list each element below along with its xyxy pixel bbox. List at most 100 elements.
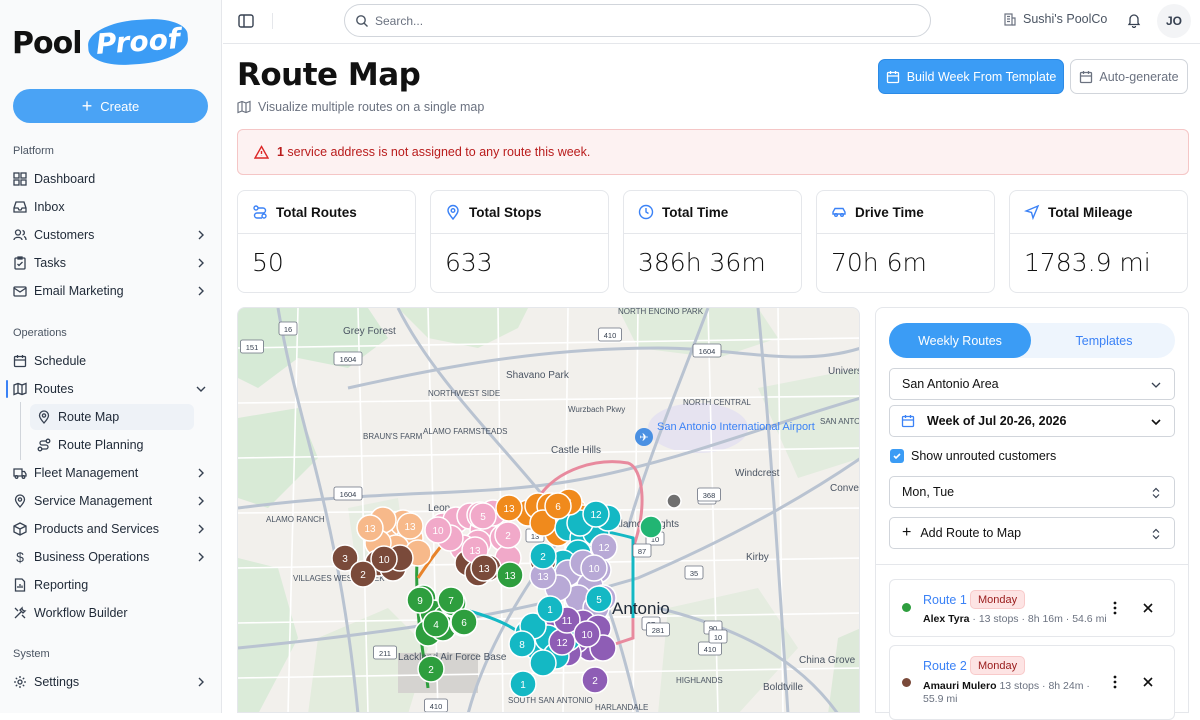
user-avatar[interactable]: JO: [1157, 4, 1191, 38]
svg-text:16: 16: [284, 325, 292, 334]
sidebar-item-route-map[interactable]: Route Map: [30, 404, 194, 430]
close-icon[interactable]: [1142, 602, 1154, 614]
highway-shield: 410: [598, 327, 622, 342]
bell-icon[interactable]: [1126, 12, 1142, 28]
map-label: Wurzbach Pkwy: [568, 405, 625, 414]
route-name[interactable]: Route 1: [923, 593, 967, 607]
location-marker[interactable]: [639, 515, 663, 539]
tab-weekly-routes[interactable]: Weekly Routes: [889, 323, 1031, 358]
highway-shield: 16: [278, 321, 298, 336]
file-chart-icon: [12, 577, 28, 593]
build-week-from-template-button[interactable]: Build Week From Template: [878, 59, 1064, 94]
section-platform: Platform: [13, 145, 54, 157]
route-stop-cluster[interactable]: 1: [509, 670, 537, 698]
route-stop-cluster[interactable]: 2: [581, 666, 609, 694]
panel-tabs: Weekly Routes Templates: [889, 323, 1175, 358]
highway-shield: 1604: [692, 343, 722, 358]
route-map[interactable]: Grey Forest Shavano Park NORTHWEST SIDE …: [237, 307, 860, 713]
stat-label: Drive Time: [855, 204, 924, 220]
sidebar-item-tasks[interactable]: Tasks: [12, 250, 212, 276]
auto-generate-button[interactable]: Auto-generate: [1070, 59, 1188, 94]
tab-templates[interactable]: Templates: [1033, 323, 1175, 358]
route-stop-cluster[interactable]: 13: [496, 561, 524, 589]
svg-text:211: 211: [379, 649, 391, 658]
route-stop-cluster[interactable]: 13: [495, 494, 523, 522]
route-stop-cluster[interactable]: 5: [585, 585, 613, 613]
cluster-count: 13: [478, 564, 490, 575]
create-button[interactable]: + Create: [13, 89, 208, 123]
organization-switcher[interactable]: Sushi's PoolCo: [1003, 12, 1107, 26]
chevron-right-icon: [198, 258, 204, 268]
chevron-down-icon: [196, 386, 206, 392]
map-pin-icon: [36, 409, 52, 425]
warning-icon: [254, 144, 269, 159]
sidebar-item-route-planning[interactable]: Route Planning: [30, 432, 194, 458]
sidebar-item-label: Schedule: [34, 354, 87, 368]
route-stop-cluster[interactable]: 8: [508, 630, 536, 658]
route-stop-cluster[interactable]: 13: [396, 512, 424, 540]
stop-marker[interactable]: [529, 649, 557, 677]
search-bar[interactable]: [344, 4, 931, 37]
area-select[interactable]: San Antonio Area: [889, 368, 1175, 400]
sidebar-toggle-icon[interactable]: [237, 12, 255, 30]
chevron-right-icon: [198, 524, 204, 534]
sidebar-item-dashboard[interactable]: Dashboard: [12, 166, 212, 192]
svg-text:410: 410: [604, 331, 617, 340]
route-stop-cluster[interactable]: 5: [469, 502, 497, 530]
route-stop-cluster[interactable]: 13: [470, 554, 498, 582]
sidebar-item-business[interactable]: $ Business Operations: [12, 544, 212, 570]
route-stop-cluster[interactable]: 10: [573, 620, 601, 648]
sidebar-item-fleet[interactable]: Fleet Management: [12, 460, 212, 486]
route-stop-cluster[interactable]: 9: [406, 586, 434, 614]
route-stop-cluster[interactable]: 2: [349, 560, 377, 588]
route-stop-cluster[interactable]: 4: [422, 610, 450, 638]
route-card[interactable]: Route 2 Monday Amauri Mulero 13 stops · …: [889, 645, 1175, 720]
truck-icon: [12, 465, 28, 481]
route-stop-cluster[interactable]: 10: [424, 516, 452, 544]
route-stop-cluster[interactable]: 2: [417, 655, 445, 683]
route-stop-cluster[interactable]: 6: [544, 492, 572, 520]
cluster-count: 2: [360, 570, 366, 581]
route-stop-cluster[interactable]: 12: [582, 500, 610, 528]
add-route-select[interactable]: + Add Route to Map: [889, 517, 1175, 549]
alert-count: 1: [277, 145, 284, 159]
svg-text:410: 410: [704, 645, 717, 654]
close-icon[interactable]: [1142, 676, 1154, 688]
section-system: System: [13, 648, 50, 660]
pool-proof-logo[interactable]: Pool Proof: [12, 16, 192, 70]
route-stop-cluster[interactable]: 13: [356, 514, 384, 542]
checkbox-checked-icon[interactable]: [890, 449, 904, 463]
search-input[interactable]: [375, 13, 875, 28]
cluster-count: 10: [432, 526, 444, 537]
sidebar-item-service[interactable]: Service Management: [12, 488, 212, 514]
route-stop-cluster[interactable]: 2: [529, 542, 557, 570]
route-card[interactable]: Route 1 Monday Alex Tyra · 13 stops · 8h…: [889, 579, 1175, 637]
sidebar-item-routes[interactable]: Routes: [12, 376, 212, 402]
week-select[interactable]: Week of Jul 20-26, 2026: [889, 405, 1175, 437]
cluster-count: 8: [519, 640, 525, 651]
route-stop-cluster[interactable]: 2: [494, 521, 522, 549]
more-options-icon[interactable]: [1110, 601, 1120, 615]
dollar-icon: $: [16, 549, 24, 565]
show-unrouted-checkbox[interactable]: Show unrouted customers: [890, 449, 1056, 463]
sidebar-item-inbox[interactable]: Inbox: [12, 194, 212, 220]
location-marker[interactable]: [666, 493, 682, 509]
more-options-icon[interactable]: [1110, 675, 1120, 689]
map-canvas[interactable]: Grey Forest Shavano Park NORTHWEST SIDE …: [238, 308, 860, 713]
cluster-count: 10: [581, 630, 593, 641]
sidebar-item-schedule[interactable]: Schedule: [12, 348, 212, 374]
route-stop-cluster[interactable]: 6: [450, 608, 478, 636]
route-stop-cluster[interactable]: 10: [580, 554, 608, 582]
sidebar-item-email-marketing[interactable]: Email Marketing: [12, 278, 212, 304]
days-select[interactable]: Mon, Tue: [889, 476, 1175, 508]
sidebar-item-settings[interactable]: Settings: [12, 669, 212, 695]
route-name[interactable]: Route 2: [923, 659, 967, 673]
sidebar-item-workflow[interactable]: Workflow Builder: [12, 600, 212, 626]
sidebar-item-label: Fleet Management: [34, 466, 139, 480]
sidebar-item-products[interactable]: Products and Services: [12, 516, 212, 542]
route-stop-cluster[interactable]: 1: [536, 595, 564, 623]
divider: [272, 13, 273, 29]
sidebar-item-customers[interactable]: Customers: [12, 222, 212, 248]
sidebar-item-reporting[interactable]: Reporting: [12, 572, 212, 598]
map-label: NORTHWEST SIDE: [428, 389, 500, 398]
